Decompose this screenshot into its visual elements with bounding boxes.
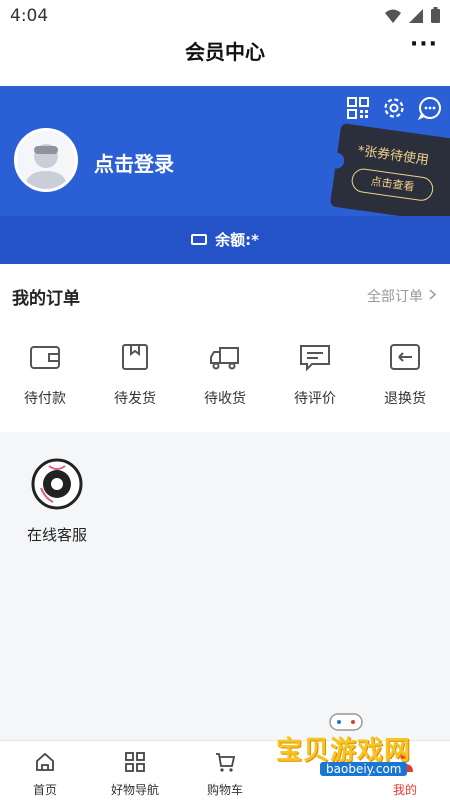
chevron-right-icon: [429, 288, 437, 304]
nav-label: 首页: [32, 783, 57, 797]
grid-icon: [125, 752, 145, 772]
home-icon: [36, 752, 54, 771]
title-bar: 会员中心 ···: [0, 32, 450, 86]
order-pending-payment[interactable]: 待付款: [0, 342, 90, 408]
status-icons: [385, 7, 440, 27]
service-label: 在线客服: [26, 526, 87, 544]
customer-service-icon: [31, 458, 83, 510]
cart-icon: [216, 753, 236, 772]
watermark: 宝贝游戏网 baobeiy.com: [272, 708, 450, 788]
online-service-button[interactable]: 在线客服: [22, 458, 92, 545]
coupon-count-text: *张券待使用: [356, 143, 430, 169]
message-icon[interactable]: [418, 96, 442, 120]
qr-code-icon[interactable]: [346, 96, 370, 120]
truck-icon: [210, 347, 239, 370]
box-icon: [122, 344, 148, 370]
order-label: 待收货: [204, 391, 246, 407]
watermark-url: baobeiy.com: [320, 762, 408, 776]
order-returns[interactable]: 退换货: [360, 342, 450, 408]
service-section: 在线客服: [0, 432, 450, 740]
order-label: 待付款: [24, 391, 66, 407]
balance-bar[interactable]: 余额:*: [0, 216, 450, 264]
profile-header: 点击登录 *张券待使用 点击查看 余额:*: [0, 86, 450, 264]
order-status-list: 待付款 待发货 待收货 待评价 退换货: [0, 342, 450, 408]
coupon-view-button[interactable]: 点击查看: [350, 167, 435, 203]
user-avatar-icon: [25, 144, 67, 189]
return-icon: [390, 344, 420, 370]
more-button[interactable]: ···: [410, 32, 438, 57]
order-pending-review[interactable]: 待评价: [270, 342, 360, 408]
coupon-card[interactable]: *张券待使用 点击查看: [327, 123, 450, 225]
all-orders-link[interactable]: 全部订单: [367, 286, 437, 306]
orders-title: 我的订单: [12, 289, 80, 309]
nav-label: 好物导航: [110, 783, 159, 797]
avatar[interactable]: [14, 128, 78, 192]
nav-cart[interactable]: 购物车: [180, 741, 270, 800]
nav-guide[interactable]: 好物导航: [90, 741, 180, 800]
order-label: 退换货: [384, 391, 426, 407]
battery-icon: [431, 7, 440, 27]
status-time: 4:04: [10, 6, 49, 26]
page-title: 会员中心: [185, 40, 265, 64]
wallet-icon: [191, 234, 208, 245]
signal-icon: [409, 8, 423, 27]
orders-section: 我的订单 全部订单 待付款 待发货 待收货 待评价 退换货: [0, 264, 450, 432]
order-pending-shipment[interactable]: 待发货: [90, 342, 180, 408]
order-pending-receipt[interactable]: 待收货: [180, 342, 270, 408]
login-link[interactable]: 点击登录: [94, 148, 174, 177]
wifi-icon: [385, 8, 401, 27]
comment-icon: [300, 345, 330, 372]
header-actions: [346, 96, 442, 120]
status-bar: 4:04: [0, 0, 450, 32]
balance-text: 余额:*: [215, 231, 259, 249]
all-orders-label: 全部订单: [367, 289, 423, 305]
wallet-icon: [30, 346, 60, 369]
order-label: 待发货: [114, 391, 156, 407]
nav-home[interactable]: 首页: [0, 741, 90, 800]
nav-label: 购物车: [206, 783, 243, 797]
settings-gear-icon[interactable]: [382, 96, 406, 120]
coupon-notch: [327, 151, 346, 170]
order-label: 待评价: [294, 391, 336, 407]
